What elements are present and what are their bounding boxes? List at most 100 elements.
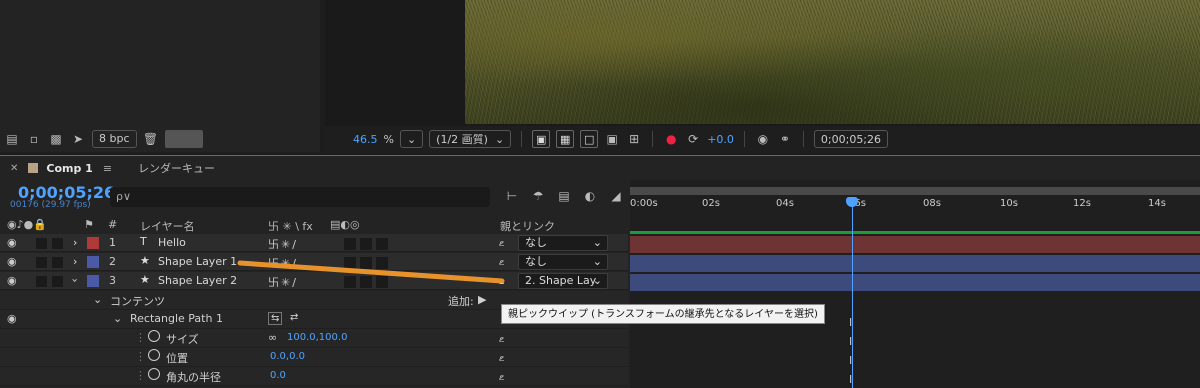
close-icon[interactable]: ✕ [10,163,18,174]
grid-guides-icon[interactable]: ⊞ [626,131,642,147]
eye-icon[interactable]: ◉ [7,312,17,325]
layer-search-input[interactable]: ρ∨ [110,187,490,207]
safe-margins-icon[interactable]: ▣ [604,131,620,147]
collapse-arrow-icon[interactable]: › [69,278,82,282]
mask-visibility-icon[interactable]: □ [580,130,599,148]
parent-dropdown[interactable]: なし ⌄ [518,235,608,251]
region-of-interest-icon[interactable]: ▣ [532,130,551,148]
path-direction-icon[interactable]: ⇆ [268,312,283,325]
expand-arrow-icon[interactable]: › [73,236,77,249]
size-property-row[interactable]: ⋮ サイズ ∞ 100.0,100.0 ޱ [0,329,628,348]
reset-exposure-icon[interactable]: ⟳ [685,131,701,147]
layer-name[interactable]: Shape Layer 2 [158,274,237,287]
path-direction-icon[interactable]: ⇄ [290,312,298,323]
tab-render-queue[interactable]: レンダーキュー [138,160,215,176]
switch-box[interactable] [376,257,388,269]
layer-track-bar[interactable] [630,255,1200,272]
pickwhip-icon[interactable]: ޱ [499,254,504,269]
switch-box[interactable] [344,238,356,250]
layer-row[interactable]: ◉ › 1 T Hello 卐✳∕ ޱ なし ⌄ [0,234,628,252]
property-value[interactable]: 0.0,0.0 [270,351,305,362]
timeline-graph[interactable]: 0:00s 02s 04s 06s 08s 10s 12s 14s I I I … [630,180,1200,388]
lock-toggle[interactable] [52,238,63,249]
folder-icon[interactable]: ▫ [26,131,42,147]
collapse-arrow-icon[interactable]: ⌄ [113,312,122,325]
pickwhip-icon[interactable]: ޱ [499,331,504,346]
constrain-link-icon[interactable]: ∞ [268,331,277,344]
zoom-value[interactable]: 46.5 [353,133,378,146]
layer-switches[interactable]: 卐✳∕ [268,274,298,290]
keyframe-marker[interactable]: I [849,335,852,348]
lock-toggle[interactable] [52,257,63,268]
render-queue-icon[interactable]: ▤ [4,131,20,147]
snapshot-camera-icon[interactable]: ◉ [755,131,771,147]
add-label[interactable]: 追加: [448,293,474,309]
flowchart-icon[interactable]: ➤ [70,131,86,147]
layer-name[interactable]: Shape Layer 1 [158,255,237,268]
layer-track-bar[interactable] [630,236,1200,253]
layer-name[interactable]: Hello [158,236,186,249]
show-snapshot-icon[interactable]: ⚭ [777,131,793,147]
resolution-dropdown[interactable]: (1/2 画質) ⌄ [429,130,512,148]
parent-dropdown[interactable]: なし ⌄ [518,254,608,270]
color-swatch[interactable] [164,130,203,148]
pickwhip-icon[interactable]: ޱ [499,235,504,250]
stopwatch-icon[interactable] [148,349,160,361]
switch-box[interactable] [344,276,356,288]
label-color[interactable] [87,256,99,268]
layer-switches[interactable]: 卐✳∕ [268,255,298,271]
pickwhip-icon[interactable]: ޱ [499,369,504,384]
switch-box[interactable] [344,257,356,269]
roundness-property-row[interactable]: ⋮ 角丸の半径 0.0 ޱ [0,367,628,386]
pickwhip-icon[interactable]: ޱ [499,350,504,365]
expand-arrow-icon[interactable]: › [73,255,77,268]
keyframe-marker[interactable]: I [849,316,852,329]
collapse-arrow-icon[interactable]: ⌄ [93,293,102,306]
motion-blur-icon[interactable]: ◐ [582,188,598,204]
color-channels-icon[interactable]: ● [663,131,679,147]
shy-layers-icon[interactable]: ☂ [530,188,546,204]
add-play-icon[interactable]: ▶ [478,293,486,306]
zoom-dropdown[interactable]: ⌄ [399,130,424,148]
switch-box[interactable] [376,276,388,288]
solo-toggle[interactable] [36,257,47,268]
solo-toggle[interactable] [36,238,47,249]
switch-box[interactable] [360,238,372,250]
frame-blending-icon[interactable]: ▤ [556,188,572,204]
stopwatch-icon[interactable] [148,368,160,380]
position-property-row[interactable]: ⋮ 位置 0.0,0.0 ޱ [0,348,628,367]
switch-box[interactable] [376,238,388,250]
composition-flowchart-icon[interactable]: ⊢ [504,188,520,204]
layer-row[interactable]: ◉ › 3 ★ Shape Layer 2 卐✳∕ ޱ 2. Shape Lay… [0,272,628,290]
stopwatch-icon[interactable] [148,330,160,342]
label-color[interactable] [87,275,99,287]
bpc-button[interactable]: 8 bpc [92,130,137,148]
layer-track-bar[interactable] [630,274,1200,291]
tab-menu-icon[interactable]: ≡ [103,162,112,175]
transparency-grid-icon[interactable]: ▦ [556,130,575,148]
exposure-value[interactable]: +0.0 [707,133,734,146]
solo-toggle[interactable] [36,276,47,287]
switch-box[interactable] [360,276,372,288]
keyframe-marker[interactable]: I [849,373,852,386]
viewer-timecode[interactable]: 0;00;05;26 [813,130,889,148]
graph-editor-icon[interactable]: ◢ [608,188,624,204]
trash-icon[interactable]: 🗑 [143,131,159,147]
layer-row[interactable]: ◉ › 2 ★ Shape Layer 1 卐✳∕ ޱ なし ⌄ [0,253,628,271]
eye-icon[interactable]: ◉ [7,236,17,249]
header-parent-link[interactable]: 親とリンク [500,218,555,234]
label-color[interactable] [87,237,99,249]
lock-toggle[interactable] [52,276,63,287]
eye-icon[interactable]: ◉ [7,274,17,287]
tab-comp1[interactable]: Comp 1 [46,162,92,175]
layer-switches[interactable]: 卐✳∕ [268,236,298,252]
work-area-bar[interactable] [630,187,1200,195]
eye-icon[interactable]: ◉ [7,255,17,268]
time-ruler[interactable]: 0:00s 02s 04s 06s 08s 10s 12s 14s [630,198,1200,214]
property-value[interactable]: 100.0,100.0 [287,332,347,343]
header-layer-name[interactable]: レイヤー名 [140,218,195,234]
pickwhip-icon[interactable]: ޱ [499,273,504,288]
property-value[interactable]: 0.0 [270,370,286,381]
keyframe-marker[interactable]: I [849,354,852,367]
composition-icon[interactable]: ▩ [48,131,64,147]
